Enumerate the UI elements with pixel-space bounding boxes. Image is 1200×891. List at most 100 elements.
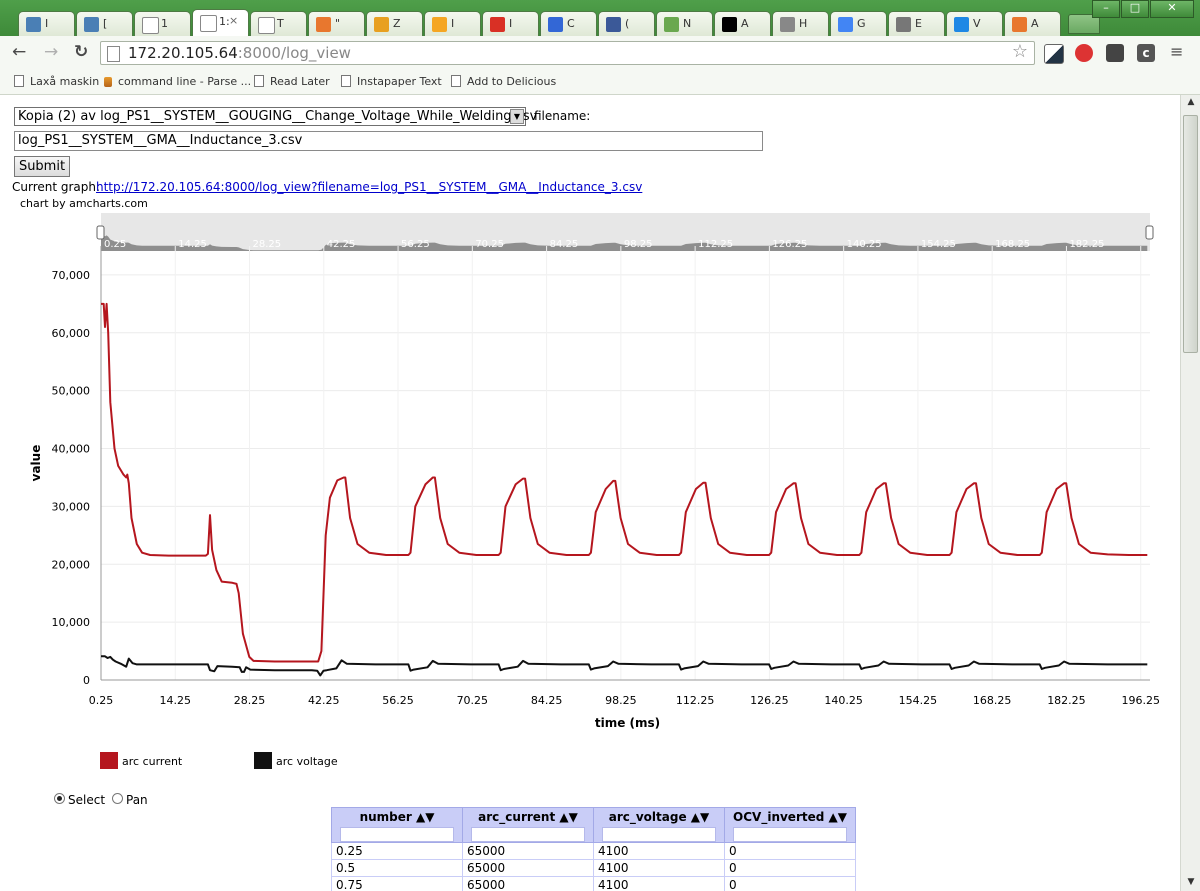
x-tick-label: 154.25 — [899, 694, 938, 707]
tab-label: I — [509, 17, 513, 30]
x-tick-label: 98.25 — [605, 694, 637, 707]
column-filter-input[interactable] — [733, 827, 847, 842]
url-host: 172.20.105.64 — [128, 44, 238, 62]
y-tick-label: 50,000 — [52, 385, 91, 398]
column-filter-input[interactable] — [340, 827, 454, 842]
scroll-down-icon[interactable]: ▼ — [1184, 877, 1198, 889]
browser-tab[interactable]: A — [714, 11, 771, 36]
browser-tab[interactable]: I — [18, 11, 75, 36]
browser-tab[interactable]: T — [250, 11, 307, 36]
x-tick-label: 168.25 — [973, 694, 1012, 707]
column-filter-input[interactable] — [471, 827, 585, 842]
table-header-label: number ▲▼ — [359, 810, 435, 824]
line-chart[interactable]: 0.25 14.25 28.25 42.25 56.25 70.25 84.25 98.25 1… — [0, 95, 1180, 745]
page-scrollbar[interactable]: ▲ ▼ — [1180, 95, 1200, 891]
java-icon — [104, 77, 112, 87]
bookmark-item[interactable]: command line - Parse ... — [104, 75, 251, 88]
scrollbar-thumb[interactable] — [1183, 115, 1198, 353]
scrollbar-tick-label: 126.25 — [772, 239, 807, 250]
reload-icon[interactable]: ↻ — [74, 42, 88, 62]
y-tick-label: 70,000 — [52, 269, 91, 282]
minimize-button[interactable]: – — [1092, 0, 1120, 18]
y-tick-label: 20,000 — [52, 558, 91, 571]
browser-tab[interactable]: G — [830, 11, 887, 36]
table-header[interactable]: arc_voltage ▲▼ — [593, 807, 725, 843]
browser-tab[interactable]: H — [772, 11, 829, 36]
data-table: number ▲▼ arc_current ▲▼ arc_voltage ▲▼ OCV… — [331, 807, 856, 891]
bookmark-item[interactable]: Add to Delicious — [451, 75, 556, 88]
bookmark-label: Instapaper Text — [357, 75, 442, 88]
flask-icon — [664, 17, 679, 32]
tab-close-icon[interactable]: × — [229, 14, 238, 27]
bookmark-item[interactable]: Read Later — [254, 75, 330, 88]
page-icon — [451, 75, 461, 87]
url-path: :8000/log_view — [237, 44, 351, 62]
table-header[interactable]: arc_current ▲▼ — [462, 807, 594, 843]
table-cell: 0 — [724, 859, 856, 877]
gmail-icon — [490, 17, 505, 32]
menu-icon[interactable]: ≡ — [1170, 42, 1183, 61]
series-line-arc-voltage[interactable] — [101, 655, 1148, 677]
y-tick-label: 30,000 — [52, 500, 91, 513]
table-cell: 0 — [724, 876, 856, 891]
y-tick-label: 0 — [83, 674, 90, 687]
browser-tab[interactable]: V — [946, 11, 1003, 36]
scrollbar-tick-label: 28.25 — [253, 239, 282, 250]
browser-tab[interactable]: C — [540, 11, 597, 36]
extension-icon[interactable] — [1044, 44, 1064, 64]
browser-tab[interactable]: E — [888, 11, 945, 36]
facebook-icon — [606, 17, 621, 32]
maximize-button[interactable]: □ — [1121, 0, 1149, 18]
z-icon — [374, 17, 389, 32]
tab-strip: – □ ✕ I [1 1: × T " Z I I C (N A H G E V A — [0, 0, 1200, 36]
browser-tab[interactable]: ( — [598, 11, 655, 36]
address-bar[interactable]: 172.20.105.64:8000/log_view ☆ — [100, 41, 1035, 65]
pan-mode-radio[interactable]: Pan — [112, 793, 148, 807]
forward-arrow-icon[interactable]: → — [44, 42, 58, 62]
browser-tab[interactable]: N — [656, 11, 713, 36]
table-header[interactable]: number ▲▼ — [331, 807, 463, 843]
scrollbar-tick-label: 140.25 — [847, 239, 882, 250]
column-filter-input[interactable] — [602, 827, 716, 842]
x-axis-title: time (ms) — [595, 716, 660, 730]
browser-tab[interactable]: Z — [366, 11, 423, 36]
x-tick-label: 14.25 — [160, 694, 192, 707]
x-tick-label: 84.25 — [531, 694, 563, 707]
evernote-icon[interactable] — [1106, 44, 1124, 62]
browser-tab[interactable]: " — [308, 11, 365, 36]
scrollbar-tick-label: 154.25 — [921, 239, 956, 250]
browser-tab[interactable]: [ — [76, 11, 133, 36]
close-window-button[interactable]: ✕ — [1150, 0, 1194, 18]
select-mode-radio[interactable]: Select — [54, 793, 105, 807]
award-icon — [26, 17, 41, 32]
y-tick-label: 40,000 — [52, 443, 91, 456]
c-extension-icon[interactable]: c — [1137, 44, 1155, 62]
circle-icon — [432, 17, 447, 32]
scrollbar-left-handle[interactable] — [96, 225, 105, 240]
tab-label: A — [741, 17, 749, 30]
table-header[interactable]: OCV_inverted ▲▼ — [724, 807, 856, 843]
table-cell: 0.75 — [331, 876, 463, 891]
browser-tab[interactable]: A — [1004, 11, 1061, 36]
scrollbar-right-handle[interactable] — [1145, 225, 1154, 240]
bookmark-item[interactable]: Instapaper Text — [341, 75, 442, 88]
table-row: 0.75 65000 4100 0 — [331, 876, 856, 891]
back-arrow-icon[interactable]: ← — [12, 42, 26, 62]
x-tick-label: 140.25 — [824, 694, 863, 707]
bookmark-label: Read Later — [270, 75, 330, 88]
browser-tab[interactable]: 1: × — [192, 9, 249, 36]
grid-icon — [896, 17, 911, 32]
bookmark-item[interactable]: Laxå maskin — [14, 75, 99, 88]
browser-tab[interactable]: I — [482, 11, 539, 36]
x-tick-label: 112.25 — [676, 694, 715, 707]
scroll-up-icon[interactable]: ▲ — [1184, 97, 1198, 109]
browser-tab[interactable]: I — [424, 11, 481, 36]
tab-label: T — [277, 17, 284, 30]
browser-window: – □ ✕ I [1 1: × T " Z I I C (N A H G E V A ← → ↻ 172.20.… — [0, 0, 1200, 891]
series-line-arc-current[interactable] — [101, 302, 1148, 663]
bookmark-label: command line - Parse ... — [118, 75, 252, 88]
stop-extension-icon[interactable] — [1075, 44, 1093, 62]
legend-label: arc current — [122, 755, 183, 768]
bookmark-star-icon[interactable]: ☆ — [1012, 41, 1028, 63]
browser-tab[interactable]: 1 — [134, 11, 191, 36]
